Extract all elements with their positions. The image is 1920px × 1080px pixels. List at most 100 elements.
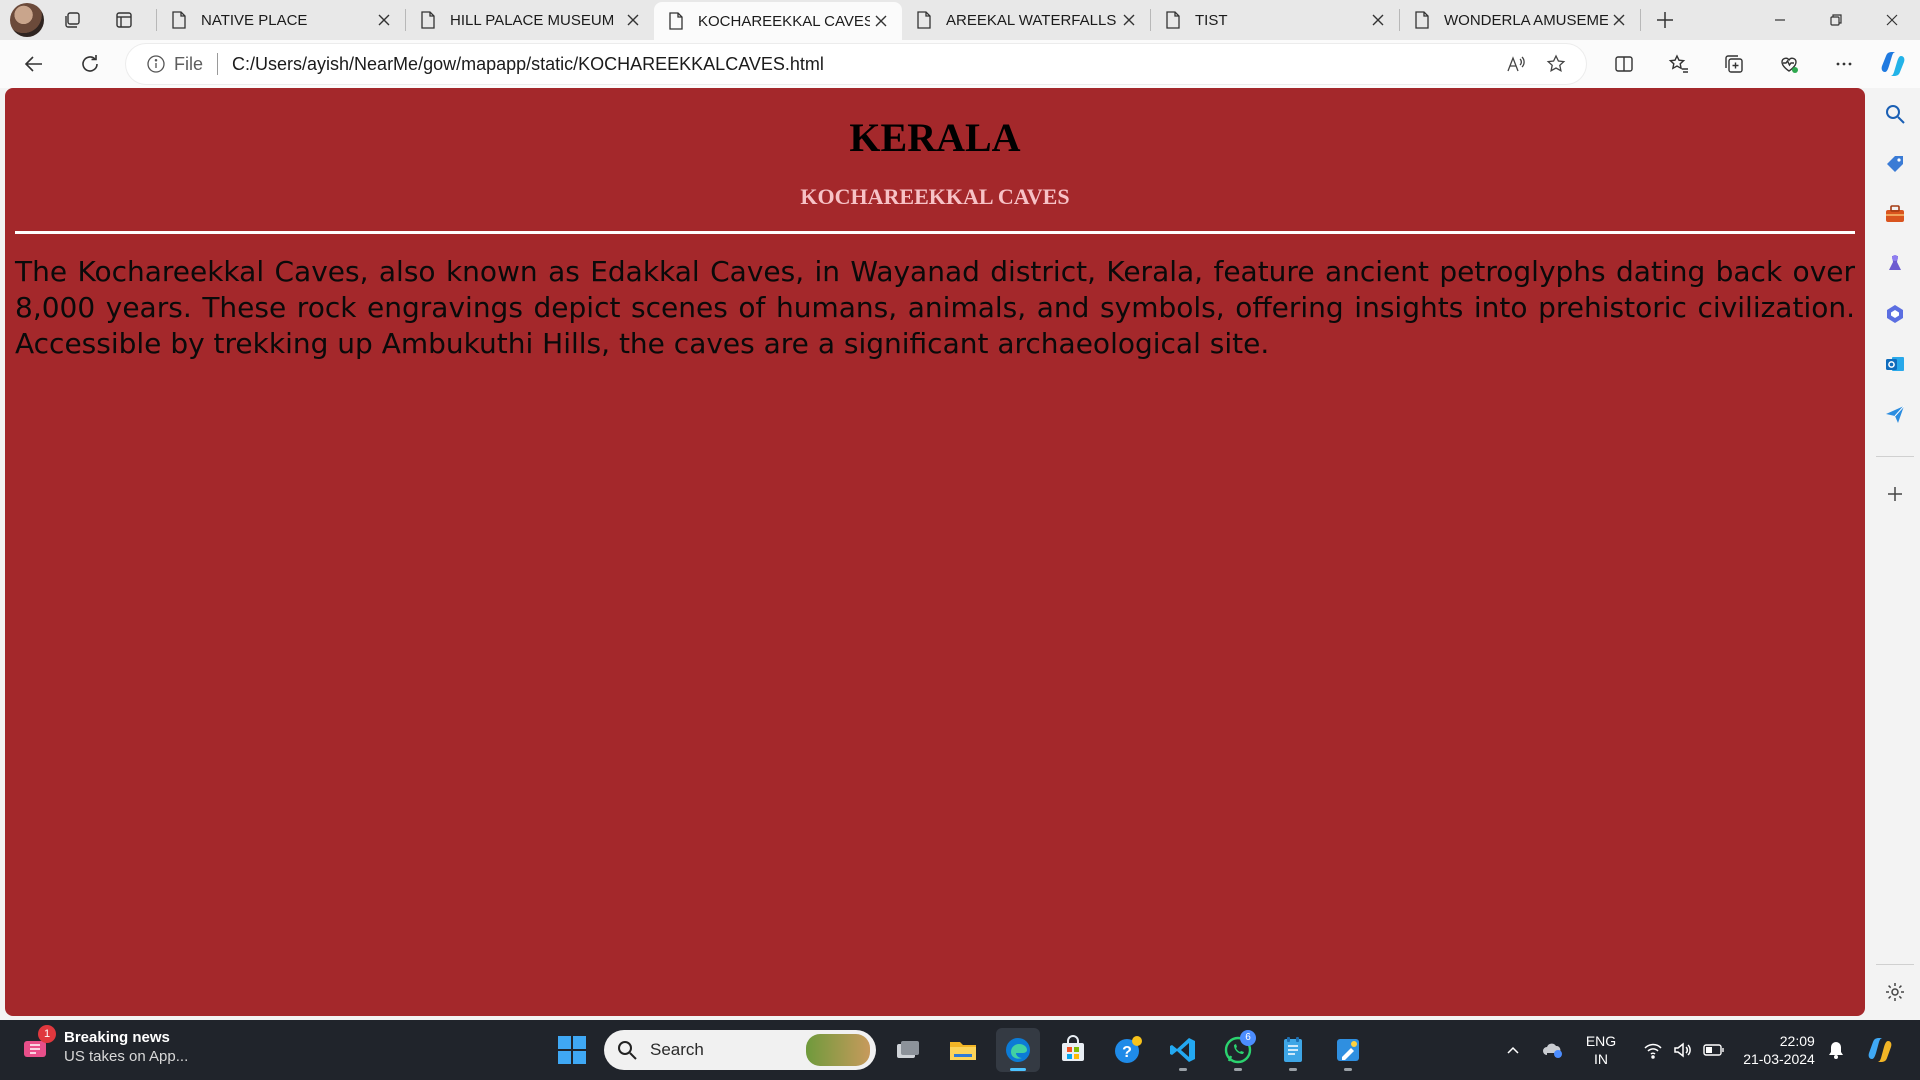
file-explorer-button[interactable] (941, 1028, 985, 1072)
quick-settings-button[interactable] (1634, 1020, 1734, 1080)
copilot-icon (1881, 52, 1905, 76)
clock[interactable]: 22:09 21-03-2024 (1738, 1020, 1820, 1080)
close-icon[interactable] (1608, 9, 1630, 31)
chevron-up-icon (1507, 1046, 1519, 1054)
more-icon (1836, 62, 1851, 66)
tab-wonderla-amusement[interactable]: WONDERLA AMUSEMEN (1400, 0, 1640, 40)
tab-title: WONDERLA AMUSEMEN (1444, 11, 1608, 29)
sidebar-separator (1876, 964, 1914, 965)
microsoft-365-sidebar-button[interactable] (1870, 294, 1920, 334)
notifications-button[interactable] (1822, 1020, 1850, 1080)
paint-button[interactable] (1326, 1028, 1370, 1072)
copilot-button[interactable] (1875, 46, 1911, 82)
start-button[interactable] (550, 1028, 594, 1072)
profile-avatar[interactable] (10, 3, 44, 37)
favorite-button[interactable] (1536, 44, 1576, 84)
microsoft-365-icon (1887, 305, 1903, 323)
page-icon (917, 11, 931, 29)
onedrive-tray-button[interactable] (1535, 1020, 1571, 1080)
address-bar[interactable]: File C:/Users/ayish/NearMe/gow/mapapp/st… (126, 44, 1586, 84)
close-icon[interactable] (870, 10, 892, 32)
file-explorer-icon (950, 1042, 976, 1060)
search-icon (618, 1041, 637, 1060)
taskbar-search[interactable]: Search (604, 1030, 876, 1070)
close-icon[interactable] (1118, 9, 1140, 31)
refresh-button[interactable] (68, 44, 112, 84)
store-button[interactable] (1051, 1028, 1095, 1072)
workspaces-icon[interactable] (52, 0, 92, 40)
search-icon (1886, 105, 1905, 124)
restore-button[interactable] (1808, 0, 1864, 40)
copilot-taskbar-button[interactable] (1860, 1020, 1900, 1080)
close-window-button[interactable] (1864, 0, 1920, 40)
horizontal-rule (15, 231, 1855, 234)
tools-sidebar-button[interactable] (1870, 194, 1920, 234)
refresh-icon (82, 55, 98, 72)
tab-title: NATIVE PLACE (201, 11, 308, 29)
news-title: Breaking news (64, 1029, 170, 1046)
minimize-button[interactable] (1752, 0, 1808, 40)
page-icon (669, 12, 683, 30)
navigation-bar: File C:/Users/ayish/NearMe/gow/mapapp/st… (0, 40, 1920, 88)
news-widget[interactable]: 1 Breaking news US takes on App... (20, 1025, 188, 1066)
tab-areekal-waterfalls[interactable]: AREEKAL WATERFALLS (902, 0, 1150, 40)
page-icon (1415, 11, 1429, 29)
favorites-button[interactable] (1651, 44, 1706, 84)
whatsapp-button[interactable]: 6 (1216, 1028, 1260, 1072)
cloud-icon (1543, 1043, 1562, 1058)
more-options-button[interactable] (1816, 44, 1871, 84)
tab-title: HILL PALACE MUSEUM (450, 11, 615, 29)
outlook-sidebar-button[interactable] (1870, 344, 1920, 384)
read-aloud-icon (1507, 56, 1525, 72)
get-help-button[interactable]: ? (1106, 1028, 1150, 1072)
vertical-tabs-icon[interactable] (104, 0, 144, 40)
task-view-icon (897, 1041, 919, 1058)
close-icon[interactable] (622, 9, 644, 31)
split-screen-button[interactable] (1596, 44, 1651, 84)
edge-taskbar-button[interactable] (996, 1028, 1040, 1072)
window-controls (1752, 0, 1920, 40)
page-viewport: KERALA KOCHAREEKKAL CAVES The Kochareekk… (5, 88, 1865, 1016)
store-icon (1062, 1035, 1084, 1061)
add-icon (1888, 487, 1902, 501)
wifi-icon (1644, 1043, 1662, 1059)
task-view-button[interactable] (886, 1028, 930, 1072)
tab-native-place[interactable]: NATIVE PLACE (157, 0, 405, 40)
send-sidebar-button[interactable] (1870, 394, 1920, 434)
games-icon (1889, 255, 1901, 270)
start-icon (558, 1036, 586, 1064)
add-sidebar-app-button[interactable] (1870, 474, 1920, 514)
collections-button[interactable] (1706, 44, 1761, 84)
toolbox-icon (1886, 205, 1904, 222)
paint-icon (1337, 1039, 1359, 1061)
tab-tist[interactable]: TIST (1151, 0, 1399, 40)
back-button[interactable] (12, 44, 56, 84)
search-sidebar-button[interactable] (1870, 94, 1920, 134)
sidebar-separator (1876, 456, 1914, 457)
notepad-button[interactable] (1271, 1028, 1315, 1072)
news-icon: 1 (20, 1025, 56, 1063)
sidebar-settings-button[interactable] (1870, 972, 1920, 1012)
language-indicator[interactable]: ENG IN (1580, 1020, 1622, 1080)
new-tab-button[interactable] (1641, 0, 1689, 40)
tab-kochareekkal-caves[interactable]: KOCHAREEKKAL CAVES (654, 2, 902, 40)
close-icon[interactable] (373, 9, 395, 31)
read-aloud-button[interactable] (1496, 44, 1536, 84)
tab-hill-palace-museum[interactable]: HILL PALACE MUSEUM (406, 0, 654, 40)
scheme-label: File (174, 53, 204, 74)
games-sidebar-button[interactable] (1870, 244, 1920, 284)
browser-essentials-button[interactable] (1761, 44, 1816, 84)
send-icon (1886, 405, 1905, 423)
close-icon[interactable] (1367, 9, 1389, 31)
tab-title: AREEKAL WATERFALLS (946, 11, 1117, 29)
tab-title: KOCHAREEKKAL CAVES (698, 12, 870, 30)
vscode-icon (1170, 1038, 1195, 1062)
page-subtitle: KOCHAREEKKAL CAVES (800, 184, 1070, 209)
shopping-sidebar-button[interactable] (1870, 144, 1920, 184)
show-hidden-icons-button[interactable] (1496, 1020, 1530, 1080)
svg-text:?: ? (1122, 1044, 1132, 1061)
collections-icon (1724, 55, 1743, 73)
url-text[interactable]: C:/Users/ayish/NearMe/gow/mapapp/static/… (232, 54, 1496, 75)
info-icon[interactable] (146, 54, 166, 74)
vscode-button[interactable] (1161, 1028, 1205, 1072)
